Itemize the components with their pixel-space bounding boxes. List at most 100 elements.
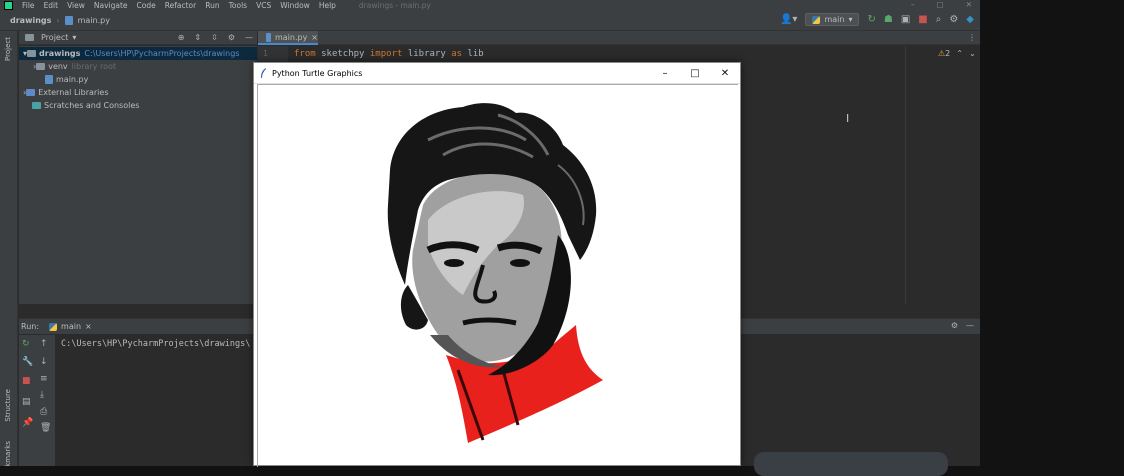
debug-icon[interactable]: ☗ — [884, 14, 893, 25]
left-tool-strip: Project Structure Bookmarks — [0, 31, 18, 466]
window-title: drawings - main.py — [358, 0, 431, 10]
close-icon[interactable]: × — [85, 322, 92, 331]
collapse-all-icon[interactable]: ⇳ — [211, 33, 218, 42]
rerun-icon[interactable]: ↻ — [867, 14, 875, 25]
text-cursor-icon: I — [846, 112, 850, 125]
menu-tools[interactable]: Tools — [229, 1, 247, 10]
code-module: sketchpy — [321, 49, 365, 59]
turtle-canvas — [257, 84, 738, 467]
turtle-title-bar[interactable]: Python Turtle Graphics – □ ✕ — [254, 63, 740, 84]
code-keyword: from — [294, 49, 316, 59]
close-icon[interactable]: ✕ — [966, 0, 972, 9]
soft-wrap-icon[interactable]: ≡ — [40, 374, 48, 384]
maximize-icon[interactable]: □ — [937, 0, 944, 9]
line-number: 1 — [263, 49, 268, 58]
inspection-widget[interactable]: ⚠2 ⌃ ⌄ — [938, 49, 976, 58]
tree-item-venv[interactable]: › venv library root — [19, 60, 257, 73]
layout-icon[interactable]: ▤ — [22, 397, 31, 407]
outside-area — [980, 0, 1124, 466]
run-config-selector[interactable]: main ▾ — [805, 13, 860, 26]
tree-item-scratches[interactable]: Scratches and Consoles — [19, 99, 257, 112]
up-arrow-icon[interactable]: ↑ — [40, 339, 48, 349]
trash-icon[interactable]: 🗑 — [40, 423, 51, 433]
structure-tool-tab[interactable]: Structure — [4, 389, 12, 422]
close-icon[interactable]: ✕ — [710, 63, 740, 84]
gear-icon[interactable]: ⚙ — [228, 33, 235, 42]
menu-help[interactable]: Help — [319, 1, 336, 10]
menu-vcs[interactable]: VCS — [256, 1, 271, 10]
gear-icon[interactable]: ⚙ — [949, 14, 958, 25]
toolbar: 👤▾ main ▾ ↻ ☗ ▣ ■ ⌕ ⚙ ◆ — [780, 13, 974, 26]
minimize-icon[interactable]: – — [911, 0, 915, 9]
tree-item-external-libraries[interactable]: › External Libraries — [19, 86, 257, 99]
run-tab-label: main — [61, 322, 82, 331]
expand-all-icon[interactable]: ⇕ — [194, 33, 201, 42]
coverage-icon[interactable]: ▣ — [901, 14, 910, 25]
gear-icon[interactable]: ⚙ — [951, 321, 958, 330]
print-icon[interactable]: ⎙ — [40, 407, 47, 417]
down-arrow-icon[interactable]: ↓ — [40, 357, 48, 367]
run-panel-tools: ⚙ — — [951, 321, 974, 330]
right-margin-guide — [905, 46, 906, 304]
bookmarks-tool-tab[interactable]: Bookmarks — [4, 441, 12, 466]
code-keyword: as — [451, 49, 463, 59]
project-tool-tab[interactable]: Project — [4, 37, 12, 61]
tree-item-main-py[interactable]: main.py — [19, 73, 257, 86]
python-icon — [812, 15, 821, 24]
turtle-window-title: Python Turtle Graphics — [272, 68, 363, 78]
search-icon[interactable]: ⌕ — [936, 14, 942, 25]
breadcrumb-project[interactable]: drawings — [10, 16, 51, 25]
stop-icon[interactable]: ■ — [918, 14, 927, 25]
run-tab-main[interactable]: main × — [45, 322, 96, 331]
hide-icon[interactable]: — — [245, 33, 253, 42]
jetbrains-icon[interactable]: ◆ — [966, 14, 974, 25]
locate-icon[interactable]: ⊕ — [178, 33, 185, 42]
run-toolbar: ↻ ↑ 🔧 ↓ ■ ≡ ▤ ⤓ 📌 ⎙ 🗑 — [19, 335, 55, 466]
more-icon[interactable]: ⋮ — [968, 33, 976, 42]
project-panel-title[interactable]: Project — [41, 33, 68, 42]
hide-icon[interactable]: — — [966, 321, 974, 330]
menu-window[interactable]: Window — [280, 1, 310, 10]
stop-icon[interactable]: ■ — [22, 376, 31, 386]
scroll-to-end-icon[interactable]: ⤓ — [40, 390, 44, 400]
chevron-down-icon[interactable]: ▾ — [72, 33, 76, 42]
breadcrumb-file[interactable]: main.py — [78, 16, 110, 25]
portrait-drawing — [387, 103, 603, 443]
tree-item-drawings[interactable]: ▾ drawings C:\Users\HP\PycharmProjects\d… — [19, 47, 257, 60]
menu-navigate[interactable]: Navigate — [94, 1, 128, 10]
chevron-up-icon[interactable]: ⌃ — [956, 49, 963, 58]
tree-item-hint: library root — [71, 62, 116, 71]
python-icon — [49, 322, 58, 331]
python-file-icon — [45, 75, 53, 84]
chevron-down-icon: ▾ — [848, 15, 853, 24]
run-config-label: main — [824, 15, 845, 24]
warning-count: 2 — [945, 49, 951, 58]
menu-run[interactable]: Run — [205, 1, 219, 10]
tab-main-py[interactable]: main.py × — [258, 31, 318, 45]
run-label: Run: — [21, 322, 40, 331]
tree-item-label: venv — [48, 62, 68, 71]
pin-icon[interactable]: 📌 — [22, 418, 33, 428]
turtle-graphics-window: Python Turtle Graphics – □ ✕ — [253, 62, 741, 467]
menu-edit[interactable]: Edit — [44, 1, 59, 10]
project-panel-tools: ⊕ ⇕ ⇳ ⚙ — — [178, 33, 253, 42]
maximize-icon[interactable]: □ — [680, 63, 710, 84]
menu-file[interactable]: File — [22, 1, 35, 10]
menu-code[interactable]: Code — [137, 1, 156, 10]
menu-view[interactable]: View — [67, 1, 85, 10]
user-icon[interactable]: 👤▾ — [780, 14, 797, 25]
code-name: library — [407, 49, 446, 59]
rerun-icon[interactable]: ↻ — [22, 339, 30, 349]
wrench-icon[interactable]: 🔧 — [22, 357, 33, 367]
breadcrumb-separator-icon: › — [56, 15, 60, 25]
menu-refactor[interactable]: Refactor — [165, 1, 196, 10]
project-panel-header: Project ▾ ⊕ ⇕ ⇳ ⚙ — — [19, 31, 257, 45]
minimize-icon[interactable]: – — [650, 63, 680, 84]
editor-tabs: main.py × ⋮ — [258, 31, 980, 45]
python-file-icon — [64, 15, 73, 25]
library-icon — [26, 89, 36, 96]
close-icon[interactable]: × — [311, 33, 318, 42]
python-file-icon — [266, 32, 271, 42]
chevron-down-icon[interactable]: ⌄ — [969, 49, 976, 58]
feather-icon — [261, 68, 266, 78]
